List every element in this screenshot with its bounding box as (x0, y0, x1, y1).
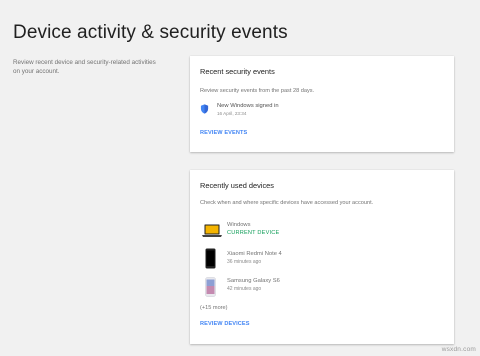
security-event-time: 16 April, 23:34 (217, 111, 247, 116)
device-name: Samsung Galaxy S6 (227, 278, 280, 284)
security-event-title: New Windows signed in (217, 103, 279, 109)
watermark: wsxdn.com (441, 346, 476, 353)
device-name: Windows (227, 222, 251, 228)
security-event-item[interactable]: New Windows signed in 16 April, 23:34 (200, 102, 440, 122)
phone-icon (205, 248, 216, 269)
phone-icon (205, 277, 216, 297)
current-device-label: CURRENT DEVICE (227, 230, 280, 236)
recent-devices-title: Recently used devices (200, 181, 274, 190)
shield-icon (200, 104, 209, 114)
more-devices-count: (+15 more) (200, 305, 228, 311)
security-events-card: Recent security events Review security e… (190, 56, 454, 152)
review-events-link[interactable]: REVIEW EVENTS (200, 130, 247, 136)
device-last-seen: 42 minutes ago (227, 286, 262, 292)
security-events-description: Review security events from the past 28 … (200, 88, 315, 94)
recent-devices-card: Recently used devices Check when and whe… (190, 170, 454, 344)
device-item-xiaomi[interactable]: Xiaomi Redmi Note 4 36 minutes ago (200, 248, 440, 272)
laptop-icon (202, 224, 222, 237)
page-description: Review recent device and security-relate… (13, 59, 156, 75)
review-devices-link[interactable]: REVIEW DEVICES (200, 321, 250, 327)
device-name: Xiaomi Redmi Note 4 (227, 251, 282, 257)
page: Device activity & security events Review… (0, 0, 480, 356)
security-events-title: Recent security events (200, 67, 275, 76)
device-item-samsung[interactable]: Samsung Galaxy S6 42 minutes ago (200, 276, 440, 300)
device-item-windows[interactable]: Windows CURRENT DEVICE (200, 220, 440, 244)
recent-devices-description: Check when and where specific devices ha… (200, 200, 374, 206)
device-last-seen: 36 minutes ago (227, 259, 262, 265)
page-title: Device activity & security events (13, 22, 288, 43)
